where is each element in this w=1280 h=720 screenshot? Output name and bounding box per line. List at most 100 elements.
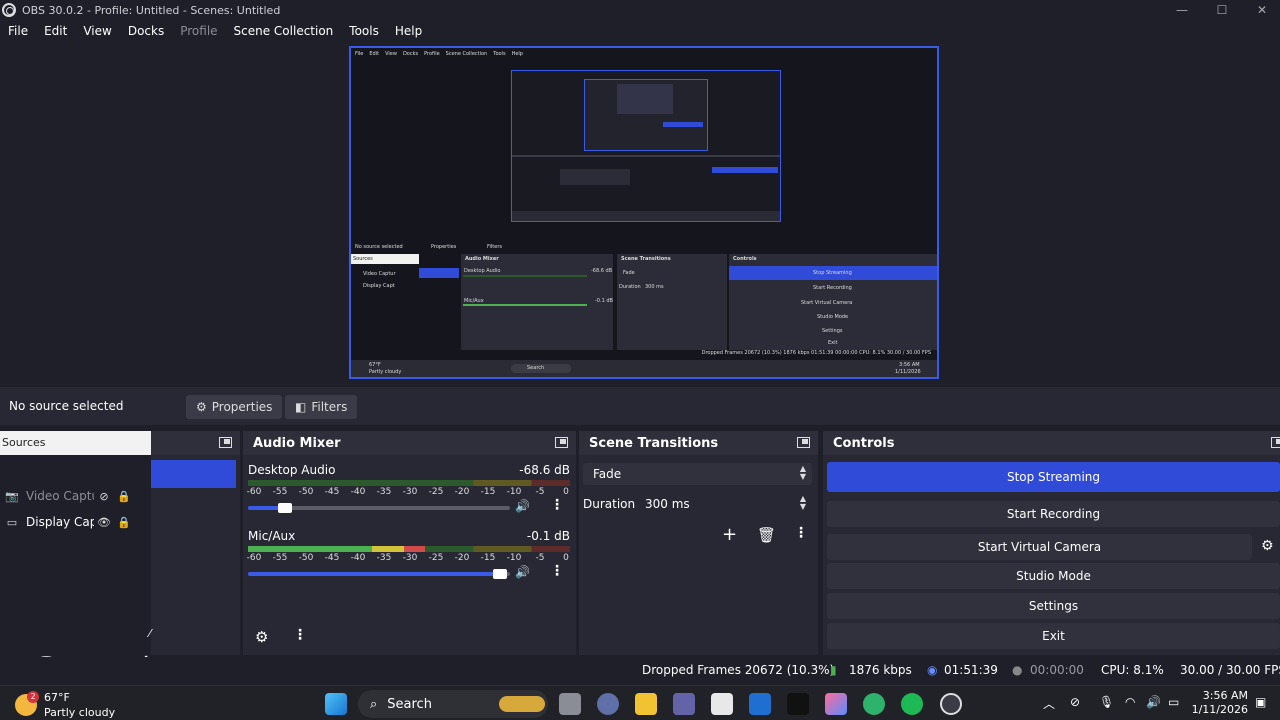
- scale-tick: 0: [563, 553, 569, 563]
- channel-menu-icon[interactable]: ⋮: [550, 497, 564, 513]
- menu-profile[interactable]: Profile: [172, 24, 225, 38]
- filters-button[interactable]: ◧ Filters: [285, 395, 358, 419]
- duration-value: 300 ms: [645, 497, 690, 511]
- scale-tick: -30: [402, 553, 418, 563]
- lock-icon[interactable]: 🔒: [114, 490, 134, 503]
- preview-properties: Properties: [431, 244, 457, 250]
- volume-slider[interactable]: [248, 503, 510, 513]
- scene-transitions-dock: Scene Transitions Fade ▲ ▼ Duration 300 m…: [579, 431, 818, 655]
- menu-scene-collection[interactable]: Scene Collection: [226, 24, 342, 38]
- scale-tick: 0: [563, 487, 569, 497]
- edge-icon[interactable]: [863, 693, 885, 715]
- chevron-updown-icon: ▲ ▼: [799, 464, 806, 481]
- scale-tick: -30: [402, 487, 418, 497]
- start-virtual-camera-button[interactable]: Start Virtual Camera: [827, 534, 1252, 560]
- visibility-hidden-icon[interactable]: ⊘: [94, 490, 114, 503]
- menu-docks[interactable]: Docks: [120, 24, 172, 38]
- settings-button[interactable]: Settings: [827, 593, 1280, 619]
- lock-icon[interactable]: 🔒: [114, 516, 134, 529]
- bitrate: 1876 kbps: [849, 663, 912, 677]
- stream-time: 01:51:39: [944, 663, 998, 677]
- obs-taskbar-icon[interactable]: [940, 693, 962, 715]
- volume-slider-knob[interactable]: [277, 503, 292, 513]
- tiktok-icon[interactable]: [787, 693, 809, 715]
- volume-slider[interactable]: [248, 569, 510, 579]
- mixer-menu-icon[interactable]: ⋮: [293, 627, 307, 643]
- taskbar-clock[interactable]: 3:56 AM 1/11/2026: [1192, 689, 1248, 717]
- wifi-icon[interactable]: ◠: [1125, 695, 1135, 709]
- scale-tick: -55: [272, 487, 288, 497]
- advanced-audio-gear-icon[interactable]: ⚙: [255, 628, 268, 646]
- windows-start-icon[interactable]: [325, 693, 347, 715]
- channel-db: -0.1 dB: [526, 529, 570, 543]
- microphone-icon[interactable]: 🎙: [1099, 695, 1114, 709]
- preview-search: Search: [527, 365, 545, 371]
- stop-streaming-button[interactable]: Stop Streaming: [827, 462, 1280, 492]
- channel-menu-icon[interactable]: ⋮: [550, 563, 564, 579]
- notification-badge: 2: [27, 691, 39, 703]
- preview-mini-menu: File Edit View Docks Profile Scene Colle…: [351, 48, 937, 58]
- exit-button[interactable]: Exit: [827, 623, 1280, 649]
- edit-icon[interactable]: ⁄: [149, 627, 151, 640]
- scale-tick: -15: [480, 487, 496, 497]
- scene-selected-row[interactable]: [151, 460, 236, 488]
- scale-tick: -5: [535, 487, 545, 497]
- file-explorer-icon[interactable]: [635, 693, 657, 715]
- trash-icon[interactable]: 🗑: [757, 526, 776, 544]
- volume-slider-knob[interactable]: [492, 569, 507, 579]
- obs-logo-icon: [2, 3, 16, 17]
- preview-duration-val: 300 ms: [645, 284, 664, 290]
- menu-edit[interactable]: Edit: [36, 24, 75, 38]
- menu-file[interactable]: File: [0, 24, 36, 38]
- title-bar: OBS 30.0.2 - Profile: Untitled - Scenes:…: [0, 0, 1280, 20]
- defender-shield-icon[interactable]: [749, 693, 771, 715]
- volume-icon[interactable]: 🔊: [1146, 695, 1161, 709]
- channel-name: Mic/Aux: [248, 529, 296, 543]
- teams-icon[interactable]: [673, 693, 695, 715]
- sources-tab[interactable]: Sources: [0, 431, 151, 455]
- add-transition-icon[interactable]: +: [722, 524, 737, 545]
- float-dock-icon[interactable]: [219, 437, 232, 448]
- source-name: Display Capt: [26, 515, 94, 529]
- virtual-camera-gear-icon[interactable]: ⚙: [1261, 538, 1274, 554]
- scale-tick: -45: [324, 553, 340, 563]
- audio-mixer-dock: Audio Mixer Desktop Audio -68.6 dB -60 -5…: [243, 431, 576, 655]
- menu-help[interactable]: Help: [387, 24, 430, 38]
- notification-icon[interactable]: ▣: [1255, 695, 1266, 709]
- speaker-icon[interactable]: 🔊: [515, 499, 530, 513]
- spin-arrows-icon[interactable]: ▲ ▼: [800, 495, 806, 511]
- float-dock-icon[interactable]: [797, 437, 810, 448]
- minimize-button[interactable]: —: [1162, 0, 1202, 20]
- preview-menu-item: Scene Collection: [445, 51, 488, 57]
- properties-label: Properties: [211, 400, 273, 414]
- maximize-button[interactable]: ☐: [1202, 0, 1242, 20]
- preview-canvas[interactable]: File Edit View Docks Profile Scene Colle…: [349, 46, 939, 379]
- store-icon[interactable]: [711, 693, 733, 715]
- float-dock-icon[interactable]: [1271, 437, 1280, 448]
- battery-icon[interactable]: ▭: [1168, 695, 1179, 709]
- task-view-icon[interactable]: [559, 693, 581, 715]
- transition-menu-icon[interactable]: ⋮: [794, 525, 808, 541]
- menu-tools[interactable]: Tools: [341, 24, 387, 38]
- duration-spinbox[interactable]: 300 ms ▲ ▼: [635, 493, 812, 515]
- close-button[interactable]: ✕: [1242, 0, 1280, 20]
- preview-fade: Fade: [623, 270, 635, 276]
- eye-icon[interactable]: 👁: [94, 516, 114, 529]
- source-item-display-capture[interactable]: ▭ Display Capt 👁 🔒: [0, 511, 151, 533]
- gear-icon: ⚙: [196, 400, 207, 414]
- network-off-icon[interactable]: ⊘: [1070, 695, 1080, 709]
- search-label: Search: [387, 696, 432, 712]
- speaker-icon[interactable]: 🔊: [515, 565, 530, 579]
- tray-expand-icon[interactable]: ︿: [1043, 695, 1055, 712]
- transition-selected: Fade: [593, 467, 622, 481]
- app-icon[interactable]: [597, 693, 619, 715]
- spotify-icon[interactable]: [901, 693, 923, 715]
- transition-select[interactable]: Fade ▲ ▼: [583, 463, 812, 485]
- start-recording-button[interactable]: Start Recording: [827, 501, 1280, 527]
- float-dock-icon[interactable]: [555, 437, 568, 448]
- menu-view[interactable]: View: [75, 24, 119, 38]
- studio-mode-button[interactable]: Studio Mode: [827, 563, 1280, 589]
- copilot-icon[interactable]: [825, 693, 847, 715]
- source-item-video-capture[interactable]: 📷 Video Captur ⊘ 🔒: [0, 485, 151, 507]
- properties-button[interactable]: ⚙ Properties: [186, 395, 283, 419]
